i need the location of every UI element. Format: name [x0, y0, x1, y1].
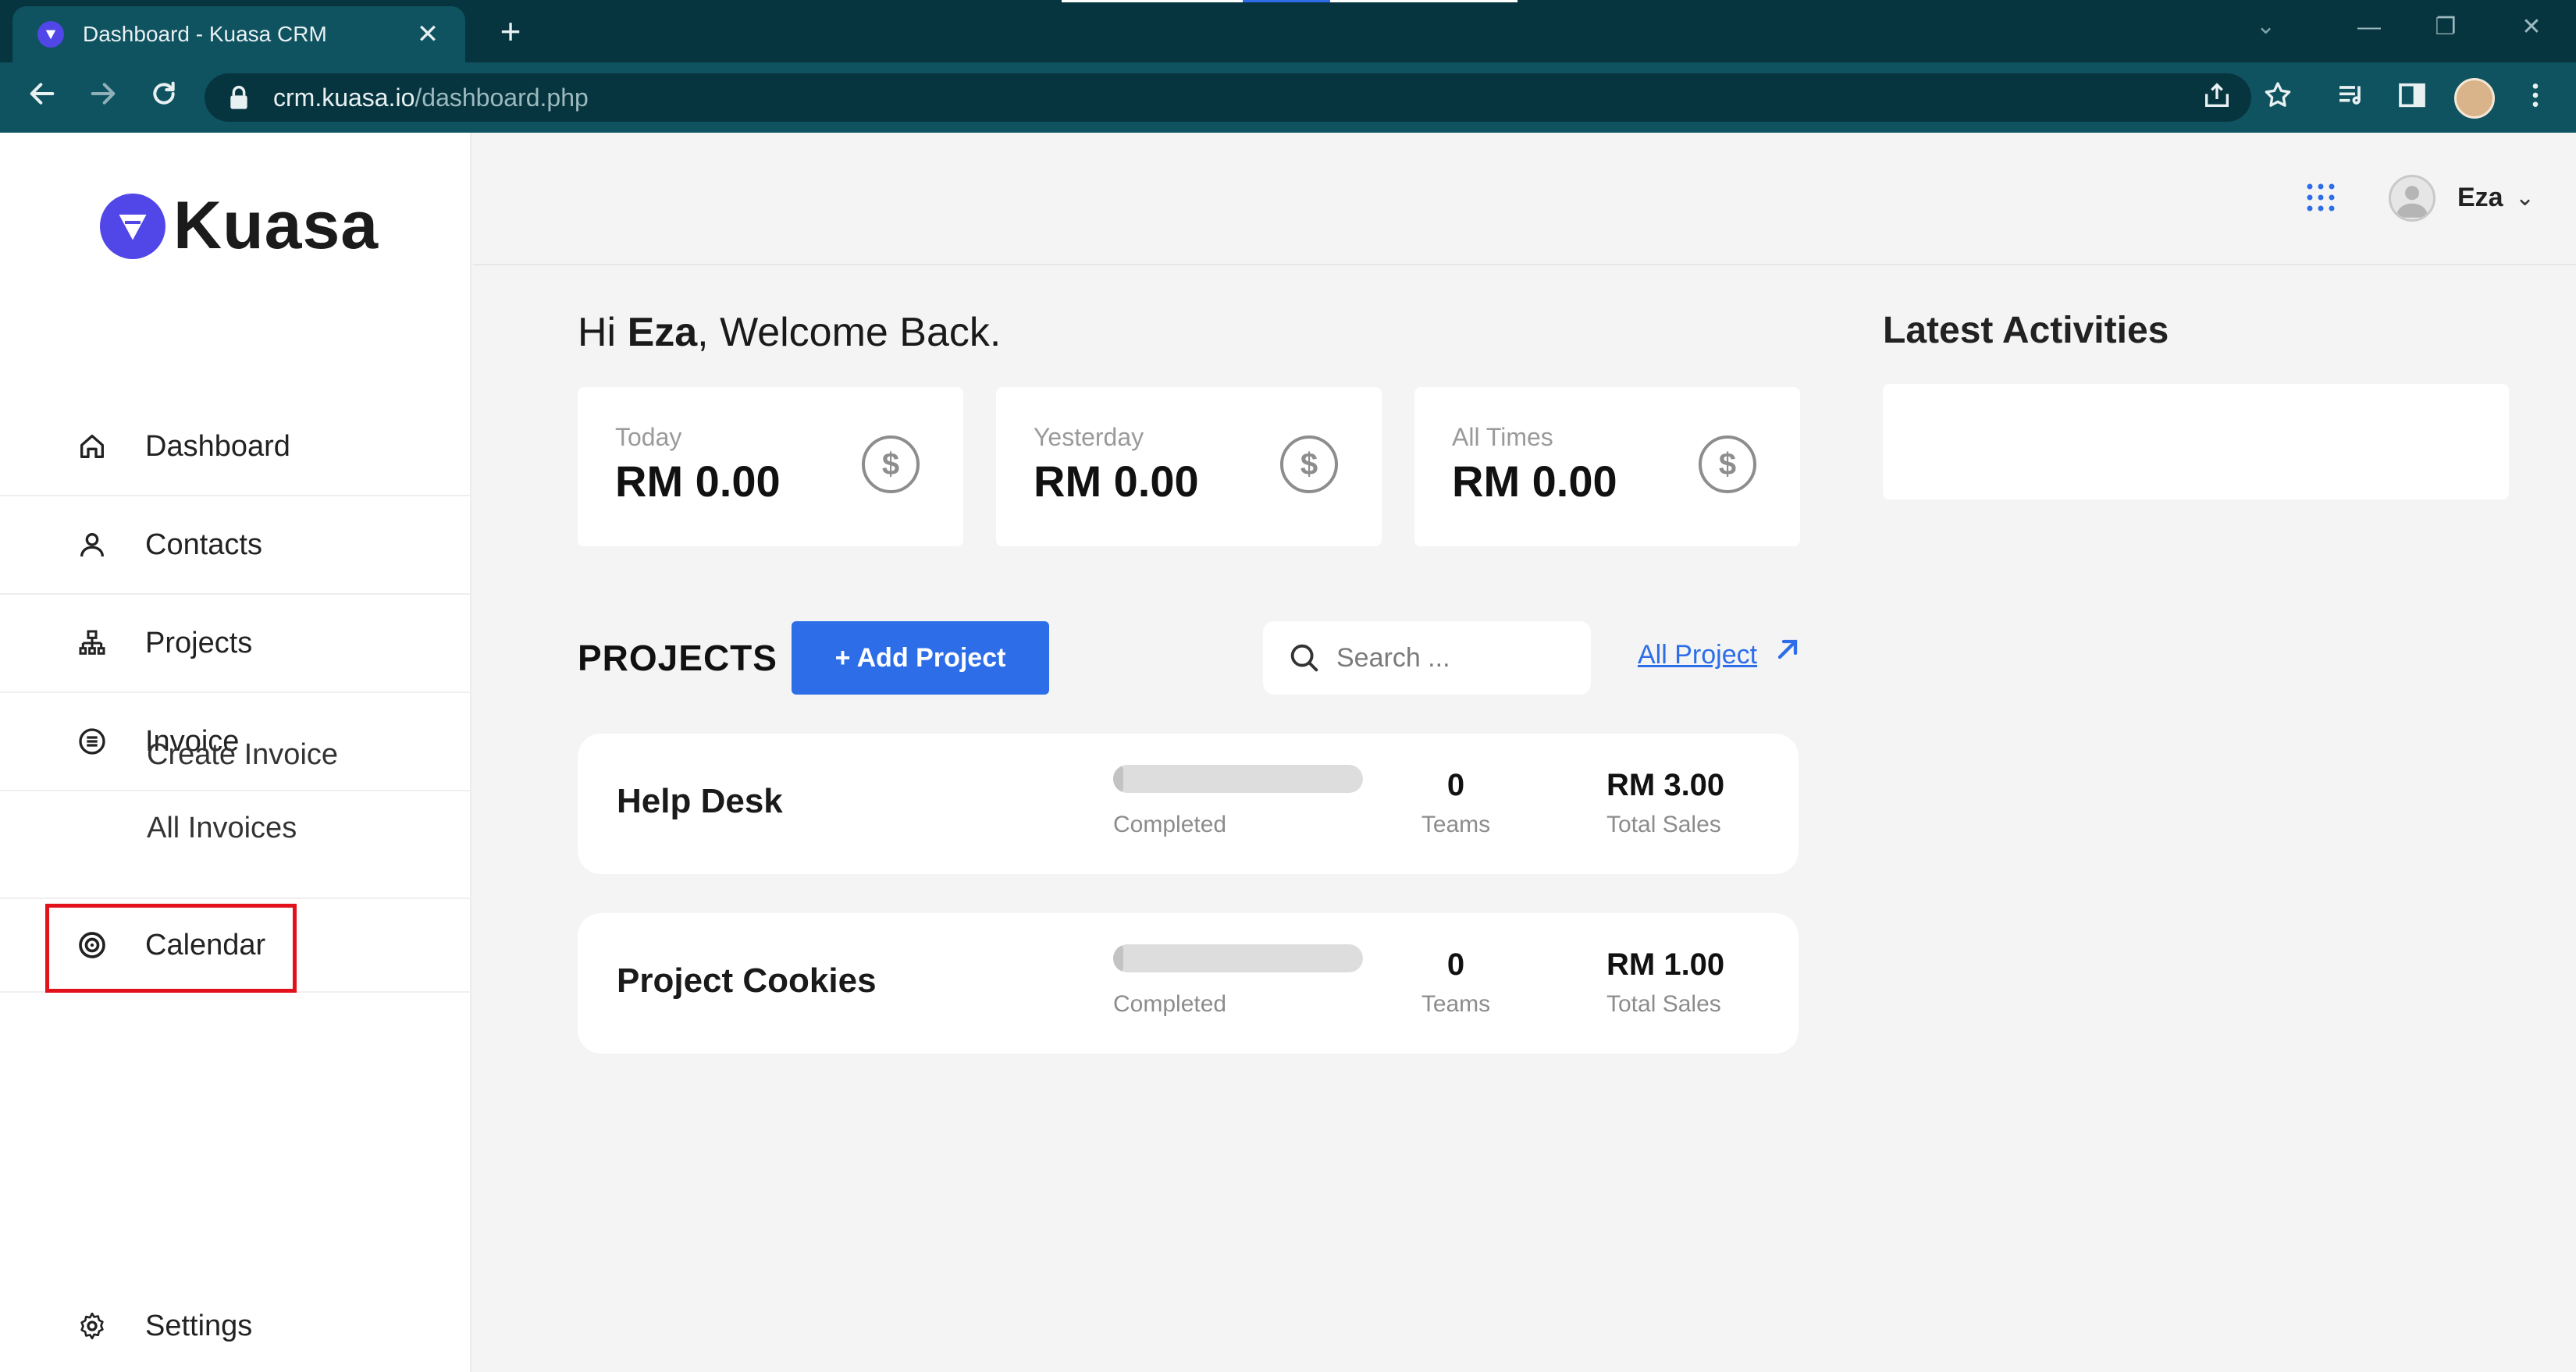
browser-toolbar: crm.kuasa.io/dashboard.php — [0, 62, 2576, 133]
url-text: crm.kuasa.io/dashboard.php — [273, 83, 589, 112]
share-icon[interactable] — [2198, 80, 2236, 117]
teams-count: 0 — [1446, 768, 1465, 802]
sidebar-item-projects[interactable]: Projects — [0, 595, 471, 693]
browser-menu-icon[interactable] — [2517, 80, 2554, 117]
tab-title: Dashboard - Kuasa CRM — [83, 22, 327, 46]
profile-avatar[interactable] — [2454, 78, 2495, 119]
stat-card-all-times: All Times RM 0.00 $ — [1414, 387, 1800, 546]
project-card-help-desk[interactable]: Help Desk Completed 0 Teams RM 3.00 Tota… — [578, 734, 1799, 874]
restore-button[interactable]: ❐ — [2418, 8, 2473, 47]
search-input[interactable]: Search ... — [1336, 643, 1450, 674]
browser-tab-active[interactable]: Dashboard - Kuasa CRM ✕ — [12, 6, 465, 62]
window-close-button[interactable]: ✕ — [2504, 8, 2559, 47]
sidebar-item-contacts[interactable]: Contacts — [0, 496, 471, 595]
logo-text: Kuasa — [173, 188, 379, 263]
project-card-project-cookies[interactable]: Project Cookies Completed 0 Teams RM 1.0… — [578, 913, 1799, 1054]
sidebar-subitem-all-invoices[interactable]: All Invoices — [147, 812, 297, 845]
total-sales-label: Total Sales — [1606, 991, 1721, 1017]
sidebar-item-label: Projects — [145, 626, 253, 659]
loading-strip — [1062, 0, 1243, 2]
search-icon — [1286, 640, 1322, 676]
new-tab-button[interactable]: + — [490, 11, 531, 52]
minimize-button[interactable]: — — [2342, 8, 2396, 47]
sidebar-item-settings[interactable]: Settings — [0, 1277, 471, 1372]
user-icon — [73, 526, 111, 563]
address-bar[interactable]: crm.kuasa.io/dashboard.php — [205, 73, 2251, 122]
home-icon — [73, 428, 111, 465]
back-button[interactable] — [22, 78, 62, 119]
project-progress-bar — [1113, 765, 1363, 793]
sidebar-item-dashboard[interactable]: Dashboard — [0, 398, 471, 496]
stat-value: RM 0.00 — [1034, 457, 1199, 506]
media-queue-icon[interactable] — [2332, 80, 2370, 117]
project-name[interactable]: Help Desk — [617, 782, 783, 821]
project-search-box[interactable]: Search ... — [1263, 621, 1591, 695]
loading-strip-end — [1330, 0, 1517, 2]
completed-label: Completed — [1113, 991, 1227, 1017]
forward-button[interactable] — [83, 78, 123, 119]
sidebar-item-label: Settings — [145, 1309, 253, 1342]
side-panel-icon[interactable] — [2393, 80, 2431, 117]
kuasa-logo-icon — [100, 193, 165, 259]
lock-icon — [228, 85, 250, 110]
reload-icon — [153, 81, 175, 105]
calendar-highlight-box — [45, 904, 297, 993]
user-avatar[interactable] — [2389, 175, 2435, 222]
user-name[interactable]: Eza — [2457, 183, 2503, 213]
stat-card-yesterday: Yesterday RM 0.00 $ — [996, 387, 1382, 546]
loading-strip-active — [1243, 0, 1330, 2]
stat-label: All Times — [1452, 423, 1553, 451]
latest-activities-panel — [1883, 384, 2509, 499]
project-progress-fill — [1113, 765, 1123, 793]
bookmark-star-icon[interactable] — [2259, 80, 2297, 117]
sidebar-item-label: Dashboard — [145, 429, 290, 463]
teams-count: 0 — [1446, 947, 1465, 982]
add-project-button[interactable]: + Add Project — [792, 621, 1049, 695]
gear-icon — [73, 1307, 111, 1345]
stat-label: Yesterday — [1034, 423, 1144, 451]
kuasa-logo[interactable]: Kuasa — [100, 187, 379, 265]
tab-search-icon[interactable]: ⌄ — [2256, 12, 2275, 40]
total-sales-value: RM 3.00 — [1606, 768, 1725, 802]
top-header — [473, 133, 2576, 265]
project-name[interactable]: Project Cookies — [617, 961, 877, 1001]
receipt-icon — [73, 723, 111, 760]
stat-label: Today — [615, 423, 682, 451]
dollar-icon: $ — [862, 435, 920, 493]
total-sales-value: RM 1.00 — [1606, 947, 1725, 982]
teams-label: Teams — [1421, 812, 1491, 837]
sidebar-subitem-create-invoice[interactable]: Create Invoice — [147, 738, 338, 772]
apps-grid-icon[interactable] — [2304, 181, 2337, 214]
user-avatar-icon — [2396, 186, 2428, 218]
projects-heading: PROJECTS — [578, 638, 777, 678]
tab-close-icon[interactable]: ✕ — [412, 19, 443, 50]
project-progress-bar — [1113, 944, 1363, 972]
total-sales-label: Total Sales — [1606, 812, 1721, 837]
completed-label: Completed — [1113, 812, 1227, 837]
project-progress-fill — [1113, 944, 1123, 972]
stat-value: RM 0.00 — [1452, 457, 1617, 506]
dollar-icon: $ — [1699, 435, 1756, 493]
welcome-message: Hi Eza, Welcome Back. — [578, 310, 1002, 355]
hierarchy-icon — [73, 624, 111, 662]
kuasa-favicon-icon — [37, 21, 64, 48]
browser-tab-bar: Dashboard - Kuasa CRM ✕ + ⌄ — ❐ ✕ — [0, 0, 2576, 62]
stat-value: RM 0.00 — [615, 457, 781, 506]
external-arrow-icon[interactable] — [1772, 634, 1803, 665]
teams-label: Teams — [1421, 991, 1491, 1017]
stat-card-today: Today RM 0.00 $ — [578, 387, 963, 546]
back-arrow-icon — [30, 83, 55, 105]
sidebar-item-label: Contacts — [145, 528, 262, 561]
latest-activities-heading: Latest Activities — [1883, 310, 2169, 351]
all-project-link[interactable]: All Project — [1638, 640, 1757, 670]
user-menu-chevron-icon[interactable]: ⌄ — [2515, 184, 2535, 211]
dollar-icon: $ — [1280, 435, 1338, 493]
reload-button[interactable] — [144, 78, 184, 119]
sidebar: Kuasa Dashboard Contacts Projects Invoic… — [0, 133, 471, 1372]
forward-arrow-icon — [91, 83, 116, 105]
